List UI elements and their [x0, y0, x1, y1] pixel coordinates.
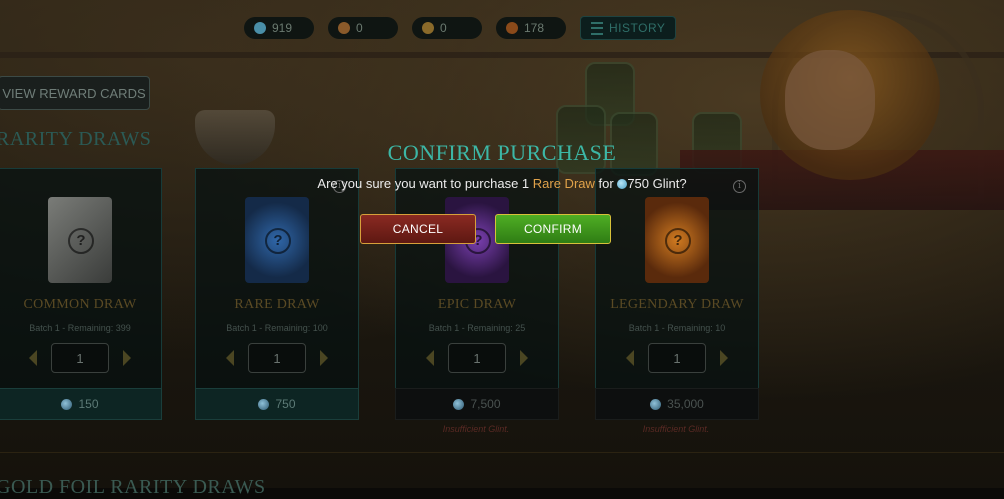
trophy-icon	[506, 22, 518, 34]
potion-icon	[338, 22, 350, 34]
quantity-stepper: 1	[196, 343, 358, 373]
glint-value: 919	[272, 21, 293, 35]
cancel-button[interactable]: CANCEL	[360, 214, 476, 244]
quantity-input[interactable]: 1	[51, 343, 109, 373]
card-common-draw: ? COMMON DRAW Batch 1 - Remaining: 399 1	[0, 168, 162, 390]
view-reward-cards-button[interactable]: VIEW REWARD CARDS	[0, 76, 150, 110]
card-name: EPIC DRAW	[437, 297, 517, 312]
card-name: LEGENDARY DRAW	[610, 297, 744, 312]
shopkeeper-face	[785, 50, 875, 150]
insufficient-glint-message: Insufficient Glint.	[642, 424, 710, 434]
decrement-arrow-icon[interactable]	[29, 350, 37, 366]
glint-counter: 919	[244, 17, 314, 39]
quantity-input[interactable]: 1	[648, 343, 706, 373]
section-divider	[0, 452, 1004, 453]
potion-counter: 0	[328, 17, 398, 39]
buy-button-epic[interactable]: 7,500	[395, 388, 559, 420]
card-art-legendary[interactable]: ?	[645, 197, 709, 283]
quantity-stepper: 1	[396, 343, 558, 373]
increment-arrow-icon[interactable]	[123, 350, 131, 366]
glint-icon	[258, 398, 270, 410]
insufficient-glint-message: Insufficient Glint.	[442, 424, 510, 434]
glint-icon	[254, 22, 266, 34]
question-mark-icon: ?	[68, 228, 94, 254]
buy-button-legendary[interactable]: 35,000	[595, 388, 759, 420]
decrement-arrow-icon[interactable]	[426, 350, 434, 366]
card-batch: Batch 1 - Remaining: 100	[226, 323, 328, 333]
decrement-arrow-icon[interactable]	[626, 350, 634, 366]
card-art-common[interactable]: ?	[48, 197, 112, 283]
buy-button-rare[interactable]: 750	[195, 388, 359, 420]
potion-value: 0	[356, 21, 363, 35]
card-name: RARE DRAW	[234, 297, 320, 312]
glint-icon	[650, 398, 662, 410]
quantity-input[interactable]: 1	[448, 343, 506, 373]
quantity-stepper: 1	[596, 343, 758, 373]
dialog-title: CONFIRM PURCHASE	[387, 140, 617, 165]
message-for: for	[598, 176, 614, 191]
message-prefix: Are you sure you want to purchase 1	[317, 176, 530, 191]
increment-arrow-icon[interactable]	[720, 350, 728, 366]
card-rare-draw: i ? RARE DRAW Batch 1 - Remaining: 100 1	[195, 168, 359, 390]
quantity-stepper: 1	[0, 343, 161, 373]
trophy-counter: 178	[496, 17, 566, 39]
dialog-message: Are you sure you want to purchase 1 Rare…	[0, 176, 1004, 191]
bag-value: 0	[440, 21, 447, 35]
card-epic-draw: ? EPIC DRAW Batch 1 - Remaining: 25 1	[395, 168, 559, 390]
question-mark-icon: ?	[665, 228, 691, 254]
price-label: 750	[275, 397, 296, 411]
question-mark-icon: ?	[265, 228, 291, 254]
price-label: 7,500	[470, 397, 501, 411]
quantity-input[interactable]: 1	[248, 343, 306, 373]
card-art-rare[interactable]: ?	[245, 197, 309, 283]
card-batch: Batch 1 - Remaining: 10	[628, 323, 726, 333]
resource-bar: 919 0 0 178 HISTORY	[244, 10, 677, 46]
glint-icon	[453, 398, 465, 410]
card-legendary-draw: i ? LEGENDARY DRAW Batch 1 - Remaining: …	[595, 168, 759, 390]
decrement-arrow-icon[interactable]	[226, 350, 234, 366]
history-label: HISTORY	[609, 21, 666, 35]
card-name: COMMON DRAW	[23, 297, 137, 312]
confirm-button[interactable]: CONFIRM	[495, 214, 611, 244]
list-icon	[591, 21, 603, 35]
price-label: 35,000	[667, 397, 704, 411]
buy-button-common[interactable]: 150	[0, 388, 162, 420]
bag-icon	[422, 22, 434, 34]
card-batch: Batch 1 - Remaining: 399	[29, 323, 131, 333]
history-button[interactable]: HISTORY	[580, 16, 677, 40]
message-price: 750 Glint?	[627, 176, 687, 191]
trophy-value: 178	[524, 21, 545, 35]
glint-icon	[617, 179, 628, 189]
message-item: Rare Draw	[532, 176, 595, 191]
increment-arrow-icon[interactable]	[520, 350, 528, 366]
card-batch: Batch 1 - Remaining: 25	[428, 323, 526, 333]
bag-counter: 0	[412, 17, 482, 39]
price-label: 150	[78, 397, 99, 411]
increment-arrow-icon[interactable]	[320, 350, 328, 366]
glint-icon	[61, 398, 73, 410]
